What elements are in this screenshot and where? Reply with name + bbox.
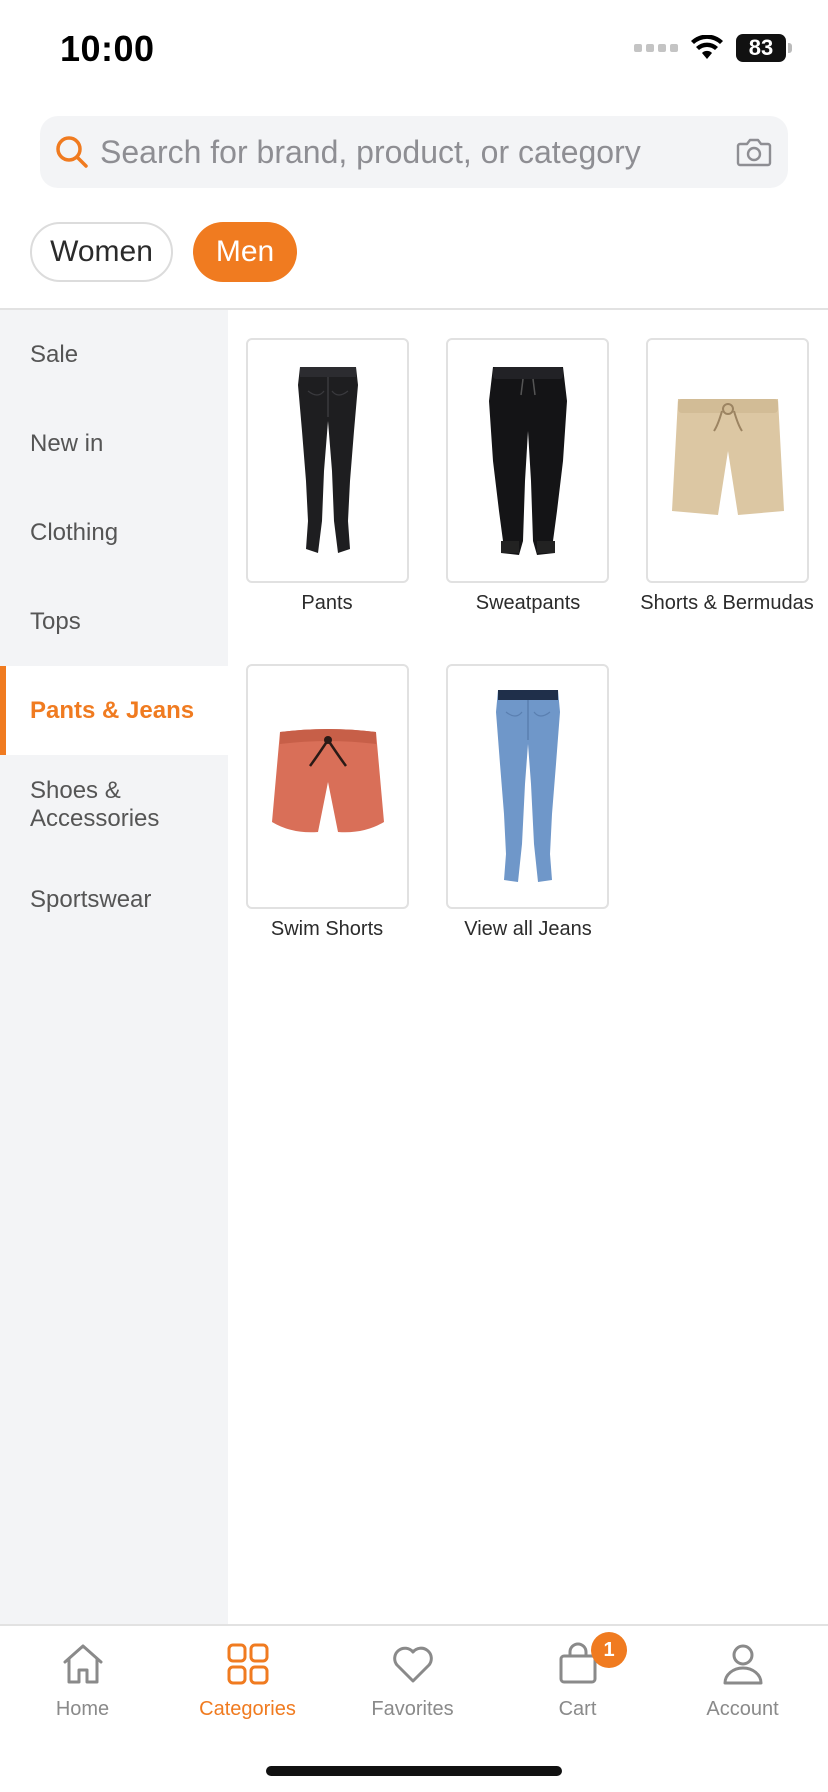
camera-icon[interactable] [734,132,774,172]
category-tile-sweatpants[interactable] [446,338,609,583]
coral-swim-shorts-image [271,728,384,832]
tab-favorites[interactable]: Favorites [330,1640,495,1721]
category-sidebar: Sale New in Clothing Tops Pants & Jeans … [0,310,228,1624]
battery-icon: 83 [736,34,786,62]
tab-account[interactable]: Account [660,1640,825,1721]
status-time: 10:00 [60,28,155,69]
category-label-sweatpants: Sweatpants [475,592,581,614]
tab-account-label: Account [706,1698,779,1720]
search-input[interactable] [100,116,700,188]
women-tab[interactable]: Women [30,222,173,282]
grid-icon [227,1643,268,1685]
sidebar-item-pants-jeans[interactable]: Pants & Jeans [0,666,228,755]
home-icon [63,1644,102,1684]
wifi-icon [691,35,723,59]
category-label-swim-shorts: Swim Shorts [270,918,384,940]
sidebar-item-new-in[interactable]: New in [0,399,228,488]
tab-cart[interactable]: 1 Cart [495,1632,660,1721]
sidebar-item-sportswear[interactable]: Sportswear [0,855,228,944]
home-indicator [266,1766,562,1776]
status-icons: 83 [634,34,792,62]
search-icon [56,136,88,168]
user-icon [723,1644,762,1685]
sidebar-item-tops[interactable]: Tops [0,577,228,666]
beige-shorts-image [671,398,784,515]
category-label-view-all-jeans: View all Jeans [464,918,592,940]
black-sweatpants-image [488,366,567,555]
category-label-pants: Pants [301,592,353,614]
sidebar-item-shoes-accessories[interactable]: Shoes & Accessories [0,755,228,855]
category-tile-swim-shorts[interactable] [246,664,409,909]
tab-home-label: Home [55,1698,110,1720]
tab-favorites-label: Favorites [371,1698,454,1720]
tab-categories-label: Categories [199,1698,296,1720]
cart-badge: 1 [591,1632,627,1668]
category-label-shorts-bermudas: Shorts & Bermudas [640,592,814,614]
sidebar-item-clothing[interactable]: Clothing [0,488,228,577]
heart-icon [392,1646,433,1683]
category-tile-shorts-bermudas[interactable] [646,338,809,583]
battery-nub [788,43,792,53]
status-bar: 10:00 83 [0,0,828,100]
gender-toggle: Women Men [30,222,297,282]
tab-home[interactable]: Home [0,1640,165,1721]
search-bar[interactable] [40,116,788,188]
blue-jeans-image [495,689,560,882]
cellular-signal-icon [634,44,678,52]
sidebar-item-sale[interactable]: Sale [0,310,228,399]
tab-categories[interactable]: Categories [165,1640,330,1721]
black-jeans-image [297,366,358,553]
category-tile-view-all-jeans[interactable] [446,664,609,909]
tabbar-divider [0,1624,828,1626]
category-tile-pants[interactable] [246,338,409,583]
men-tab[interactable]: Men [193,222,297,282]
tab-cart-label: Cart [558,1698,597,1720]
